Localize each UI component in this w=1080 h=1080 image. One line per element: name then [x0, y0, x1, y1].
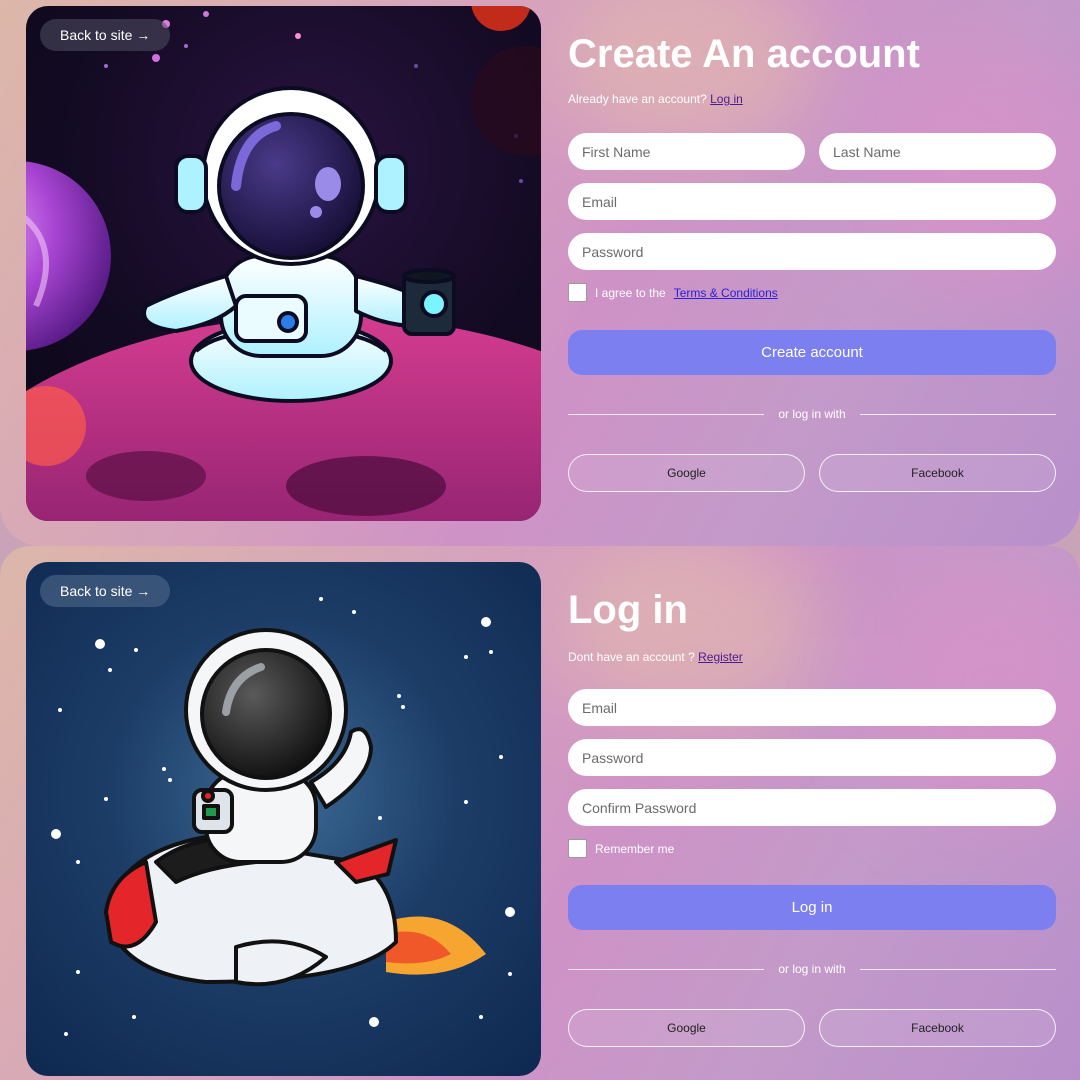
login-panel: Back to site → Log in Dont have an accou… — [0, 546, 1080, 1080]
register-form: Create An account Already have an accoun… — [568, 30, 1056, 492]
facebook-login-button[interactable]: Facebook — [819, 454, 1056, 492]
password-input[interactable] — [568, 739, 1056, 776]
google-login-button[interactable]: Google — [568, 454, 805, 492]
remember-checkbox[interactable] — [568, 839, 587, 858]
email-input[interactable] — [568, 183, 1056, 220]
divider: or log in with — [568, 962, 1056, 976]
astronaut-rocket-illustration: Back to site → — [26, 562, 541, 1076]
password-input[interactable] — [568, 233, 1056, 270]
divider-line — [859, 413, 1056, 415]
register-link[interactable]: Register — [698, 650, 743, 664]
remember-row: Remember me — [568, 839, 1056, 858]
terms-link[interactable]: Terms & Conditions — [674, 286, 778, 300]
email-input[interactable] — [568, 689, 1056, 726]
divider-line — [859, 968, 1056, 970]
remember-label: Remember me — [595, 841, 675, 856]
create-account-button[interactable]: Create account — [568, 330, 1056, 375]
last-name-input[interactable] — [819, 133, 1056, 170]
first-name-input[interactable] — [568, 133, 805, 170]
divider: or log in with — [568, 407, 1056, 421]
register-prompt-text: Dont have an account ? — [568, 650, 695, 664]
register-panel: Back to site → Create An account Already… — [0, 0, 1080, 546]
divider-line — [568, 413, 765, 415]
astronaut-meditating-icon — [26, 6, 541, 521]
facebook-login-button[interactable]: Facebook — [819, 1009, 1056, 1047]
login-form: Log in Dont have an account ? Register R… — [568, 586, 1056, 1047]
astronaut-meditating-illustration: Back to site → — [26, 6, 541, 521]
register-prompt: Dont have an account ? Register — [568, 650, 1056, 664]
back-to-site-button[interactable]: Back to site → — [40, 575, 171, 607]
divider-line — [568, 968, 765, 970]
page-title: Create An account — [568, 32, 920, 76]
agree-label: I agree to the — [595, 285, 666, 300]
astronaut-riding-rocket-icon — [51, 597, 515, 1036]
login-link[interactable]: Log in — [710, 92, 743, 106]
google-login-button[interactable]: Google — [568, 1009, 805, 1047]
back-to-site-button[interactable]: Back to site → — [40, 19, 171, 51]
terms-row: I agree to the Terms & Conditions — [568, 283, 1056, 302]
login-prompt-text: Already have an account? — [568, 92, 707, 106]
page-title: Log in — [568, 588, 688, 632]
login-prompt: Already have an account? Log in — [568, 92, 1056, 106]
login-button[interactable]: Log in — [568, 885, 1056, 930]
terms-checkbox[interactable] — [568, 283, 587, 302]
divider-text: or log in with — [778, 407, 846, 421]
confirm-password-input[interactable] — [568, 789, 1056, 826]
divider-text: or log in with — [778, 962, 846, 976]
